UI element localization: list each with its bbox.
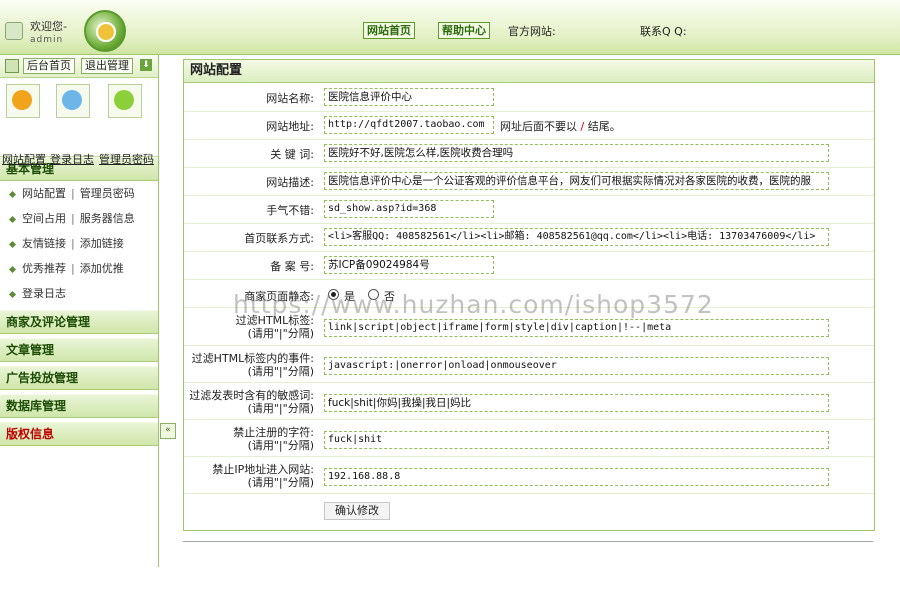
description-field[interactable]: 医院信息评价中心是一个公证客观的评价信息平台，网友们可根据实际情况对各家医院的收… [324,172,829,190]
row-contact: 首页联系方式: <li>客服QQ: 408582561</li><li>邮箱: … [184,223,874,252]
keywords-field[interactable]: 医院好不好,医院怎么样,医院收费合理吗 [324,144,829,162]
menu-recommend[interactable]: 优秀推荐 [22,262,66,275]
sidebar: 后台首页 退出管理 ⬇ 网站配置 登录日志 管理员密码 基本管理 网站配置 | 管理… [0,55,159,567]
site-url-field[interactable]: http://qfdt2007.taobao.com [324,116,494,134]
menu-login-log[interactable]: 登录日志 [22,287,66,300]
username: admin [30,35,64,45]
filter-words-field[interactable]: fuck|shit|你妈|我操|我日|妈比 [324,394,829,412]
contact-field[interactable]: <li>客服QQ: 408582561</li><li>邮箱: 40858256… [324,228,829,246]
label-site-url: 网站地址: [266,120,314,133]
panel-title: 网站配置 [184,60,874,83]
admin-home-button[interactable]: 后台首页 [23,58,75,74]
ban-ip-field[interactable]: 192.168.88.8 [324,468,829,486]
menu-site-config[interactable]: 网站配置 [22,187,66,200]
submit-button[interactable]: 确认修改 [324,502,390,520]
menu-server-info[interactable]: 服务器信息 [80,212,135,225]
menu-admin-password[interactable]: 管理员密码 [80,187,135,200]
hint-filter-words: (请用"|"分隔) [247,402,314,415]
lucky-field[interactable]: sd_show.asp?id=368 [324,200,494,218]
gear-icon[interactable] [6,84,40,118]
quick-link-login-log[interactable]: 登录日志 [50,151,94,167]
footer-divider [183,541,873,542]
list-item: 登录日志 [0,281,158,306]
filter-events-field[interactable]: javascript:|onerror|onload|onmouseover [324,357,829,375]
label-keywords: 关 键 词: [270,148,314,161]
icp-field[interactable]: 苏ICP备09024984号 [324,256,494,274]
row-description: 网站描述: 医院信息评价中心是一个公证客观的评价信息平台，网友们可根据实际情况对… [184,167,874,196]
list-item: 网站配置 | 管理员密码 [0,181,158,206]
label-icp: 备 案 号: [270,260,314,273]
row-lucky: 手气不错: sd_show.asp?id=368 [184,195,874,224]
nav-help-button[interactable]: 帮助中心 [438,22,490,39]
quick-link-site-config[interactable]: 网站配置 [2,151,46,167]
row-filter-words: 过滤发表时含有的敏感词: (请用"|"分隔) fuck|shit|你妈|我操|我… [184,382,874,420]
row-ban-ip: 禁止IP地址进入网站: (请用"|"分隔) 192.168.88.8 [184,456,874,494]
hint-ban-ip: (请用"|"分隔) [247,476,314,489]
list-item: 友情链接 | 添加链接 [0,231,158,256]
hint-ban-chars: (请用"|"分隔) [247,439,314,452]
top-bar: 欢迎您- admin 网站首页 帮助中心 官方网站: 联系Q Q: [0,0,900,55]
logo-icon [84,10,126,52]
hint-filter-html: (请用"|"分隔) [247,327,314,340]
row-keywords: 关 键 词: 医院好不好,医院怎么样,医院收费合理吗 [184,139,874,168]
menu-add-recommend[interactable]: 添加优推 [80,262,124,275]
logout-button[interactable]: 退出管理 [81,58,133,74]
label-lucky: 手气不错: [266,204,314,217]
ban-chars-field[interactable]: fuck|shit [324,431,829,449]
list-item: 优秀推荐 | 添加优推 [0,256,158,281]
calendar-icon [5,59,19,73]
collapse-sidebar-button[interactable]: « [160,423,176,439]
arrow-down-icon[interactable]: ⬇ [140,59,152,71]
label-description: 网站描述: [266,176,314,189]
row-site-name: 网站名称: 医院信息评价中心 [184,83,874,112]
menu-friend-links[interactable]: 友情链接 [22,237,66,250]
filter-html-field[interactable]: link|script|object|iframe|form|style|div… [324,319,829,337]
hint-filter-events: (请用"|"分隔) [247,365,314,378]
official-site-label: 官方网站: [508,25,556,38]
section-database[interactable]: 数据库管理 [0,394,158,418]
quick-link-admin-password[interactable]: 管理员密码 [99,151,154,167]
watermark-text: https://www.huzhan.com/ishop3572 [233,290,714,319]
menu-space-usage[interactable]: 空间占用 [22,212,66,225]
section-copyright[interactable]: 版权信息 [0,422,158,446]
quick-links: 网站配置 登录日志 管理员密码 [0,78,158,166]
label-contact: 首页联系方式: [244,232,314,245]
row-filter-events: 过滤HTML标签内的事件: (请用"|"分隔) javascript:|oner… [184,345,874,383]
row-ban-chars: 禁止注册的字符: (请用"|"分隔) fuck|shit [184,419,874,457]
radiation-icon[interactable] [108,84,142,118]
label-site-name: 网站名称: [266,92,314,105]
user-icon [5,22,23,40]
section-merchants[interactable]: 商家及评论管理 [0,310,158,334]
nav-home-button[interactable]: 网站首页 [363,22,415,39]
log-icon[interactable] [56,84,90,118]
section-articles[interactable]: 文章管理 [0,338,158,362]
contact-qq-label: 联系Q Q: [640,25,687,38]
row-site-url: 网站地址: http://qfdt2007.taobao.com 网址后面不要以… [184,111,874,140]
list-item: 空间占用 | 服务器信息 [0,206,158,231]
row-icp: 备 案 号: 苏ICP备09024984号 [184,251,874,280]
welcome-text: 欢迎您- [30,20,67,33]
sidebar-toolbar: 后台首页 退出管理 ⬇ [0,55,158,78]
section-ads[interactable]: 广告投放管理 [0,366,158,390]
menu-add-link[interactable]: 添加链接 [80,237,124,250]
site-url-note: 网址后面不要以 / 结尾。 [500,120,621,133]
site-name-field[interactable]: 医院信息评价中心 [324,88,494,106]
